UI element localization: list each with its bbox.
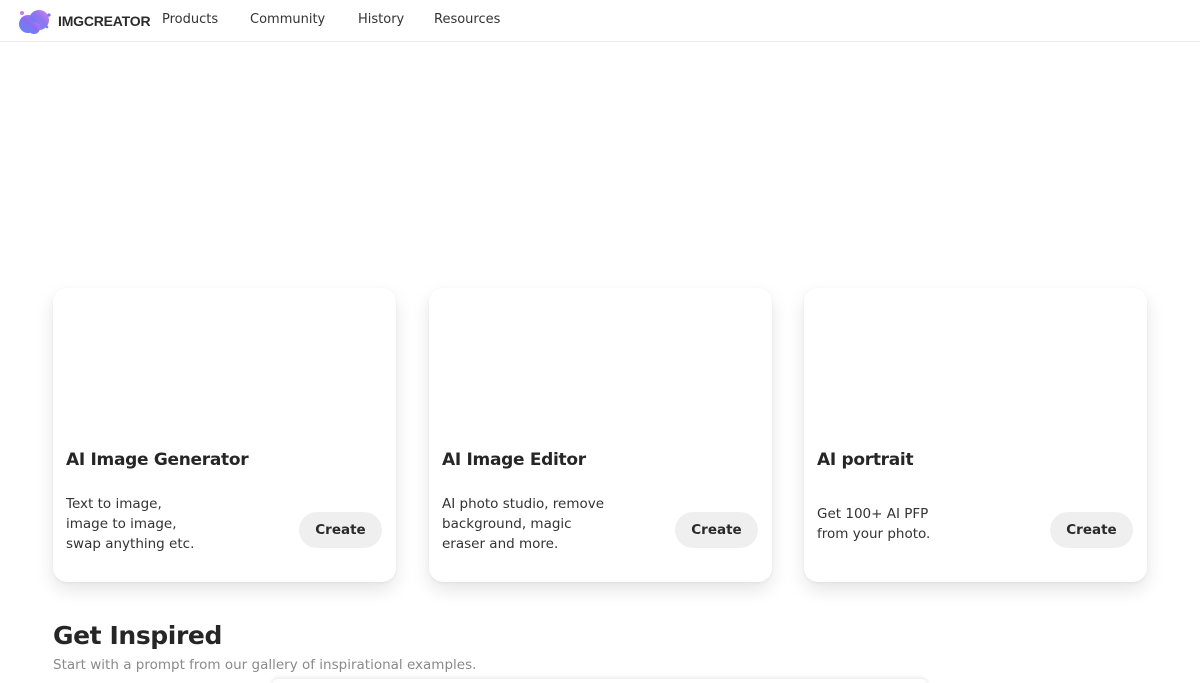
- top-navigation-bar: IMGCREATOR Products Community History Re…: [0, 0, 1200, 42]
- section-subtitle: Start with a prompt from our gallery of …: [53, 657, 477, 673]
- create-button[interactable]: Create: [675, 512, 758, 548]
- blob-logo-icon: [19, 10, 51, 34]
- card-ai-portrait[interactable]: AI portrait Get 100+ AI PFP from your ph…: [804, 288, 1147, 582]
- nav-products[interactable]: Products: [162, 12, 218, 27]
- card-description: Text to image, image to image, swap anyt…: [66, 496, 195, 552]
- card-ai-image-editor[interactable]: AI Image Editor AI photo studio, remove …: [429, 288, 772, 582]
- create-button[interactable]: Create: [299, 512, 382, 548]
- card-title: AI Image Editor: [442, 450, 586, 470]
- nav-history[interactable]: History: [358, 12, 404, 27]
- card-ai-image-generator[interactable]: AI Image Generator Text to image, image …: [53, 288, 396, 582]
- brand-name: IMGCREATOR: [58, 13, 151, 29]
- card-preview-image: [804, 288, 1147, 438]
- card-title: AI Image Generator: [66, 450, 249, 470]
- card-preview-image: [53, 288, 396, 438]
- brand-logo[interactable]: IMGCREATOR: [16, 7, 151, 35]
- create-button[interactable]: Create: [1050, 512, 1133, 548]
- card-description: Get 100+ AI PFP from your photo.: [817, 506, 931, 542]
- section-title-get-inspired: Get Inspired: [53, 621, 222, 650]
- card-description: AI photo studio, remove background, magi…: [442, 496, 605, 552]
- nav-community[interactable]: Community: [250, 12, 325, 27]
- nav-resources[interactable]: Resources: [434, 12, 500, 27]
- card-title: AI portrait: [817, 450, 914, 470]
- card-preview-image: [429, 288, 772, 438]
- prompt-gallery-bar[interactable]: [272, 679, 927, 683]
